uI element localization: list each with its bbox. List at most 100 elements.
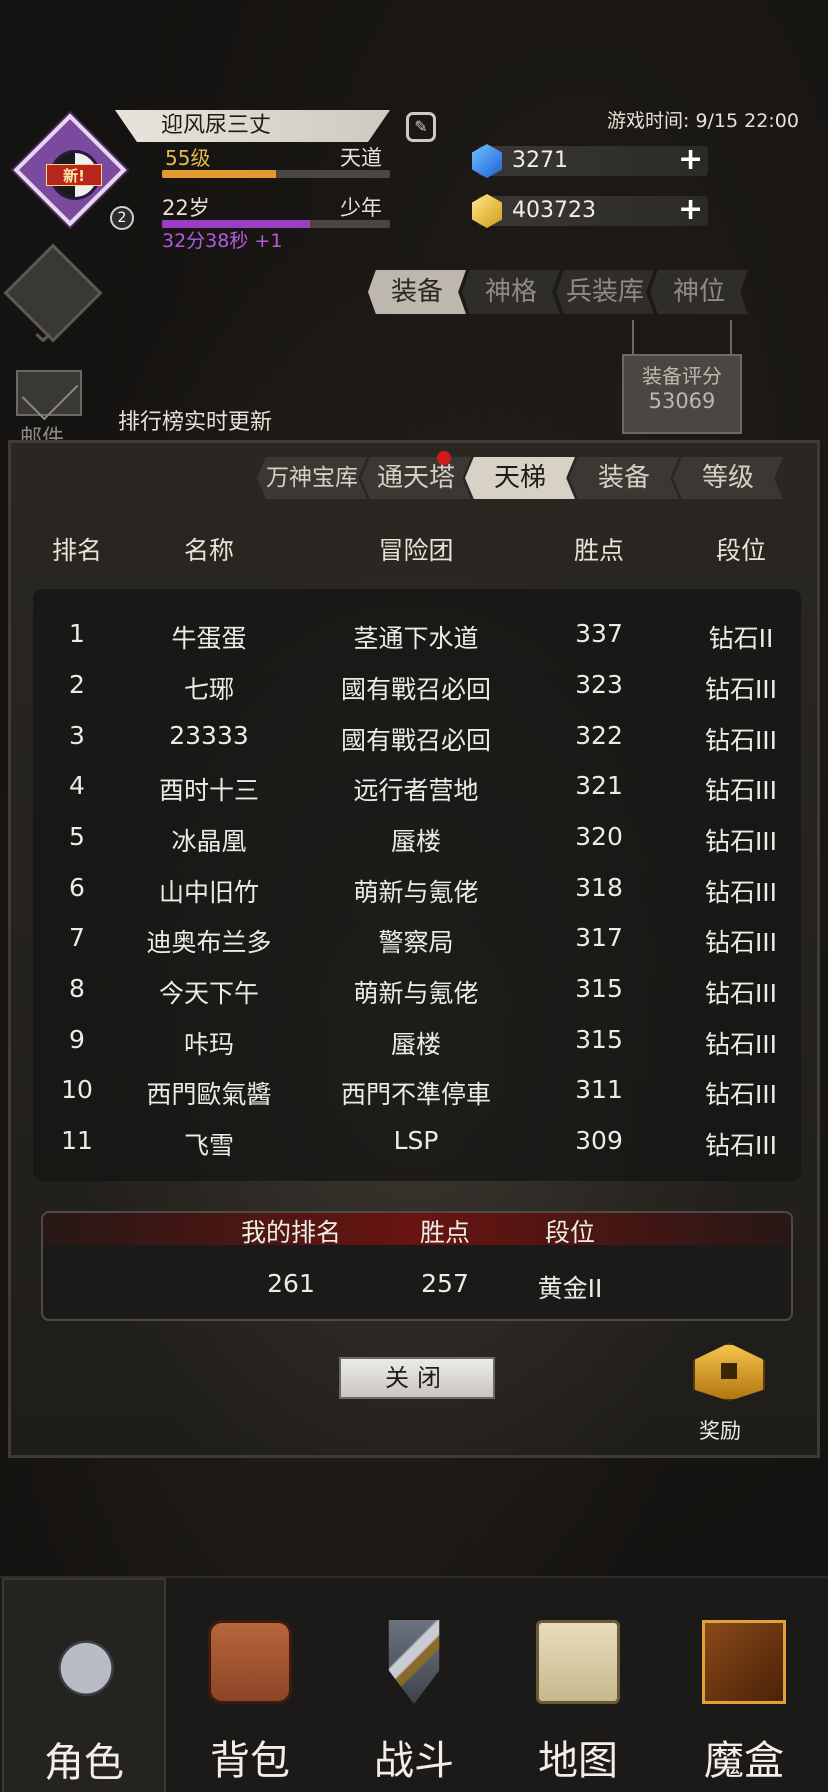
points-cell: 337 xyxy=(575,619,623,648)
rank-cell: 6 xyxy=(69,873,85,902)
player-age: 22岁 xyxy=(162,196,210,220)
tier-cell: 钻石III xyxy=(704,1030,778,1059)
tier-cell: 钻石III xyxy=(704,675,778,704)
rank-cell: 8 xyxy=(69,974,85,1003)
tier-cell: 钻石II xyxy=(708,624,774,653)
nav-battle[interactable]: 战斗 xyxy=(332,1578,496,1792)
rank-cell: 11 xyxy=(61,1126,93,1155)
tab-divinity[interactable]: 神格 xyxy=(462,270,560,314)
tier-cell: 钻石III xyxy=(704,979,778,1008)
notification-dot xyxy=(437,451,451,465)
tier-cell: 钻石III xyxy=(704,776,778,805)
my-tier-value: 黄金II xyxy=(537,1274,603,1303)
nav-label: 地图 xyxy=(538,1738,618,1784)
tab-armory[interactable]: 兵装库 xyxy=(556,270,654,314)
mail-icon[interactable] xyxy=(16,370,82,416)
life-stage: 少年 xyxy=(340,196,382,220)
table-header: 排名 名称 冒险团 胜点 段位 xyxy=(11,531,817,565)
tab-equipment[interactable]: 装备 xyxy=(368,270,466,314)
reward-label: 奖励 xyxy=(699,1419,741,1443)
guild-cell: 茎通下水道 xyxy=(353,624,479,653)
add-gem-button[interactable]: + xyxy=(678,145,703,175)
plaque-chain xyxy=(730,320,732,356)
table-row[interactable]: 1 牛蛋蛋 茎通下水道 337 钻石II xyxy=(11,611,817,655)
close-button[interactable]: 关闭 xyxy=(339,1357,495,1399)
tab-pantheon-vault[interactable]: 万神宝库 xyxy=(257,457,367,499)
name-cell: 今天下午 xyxy=(158,979,260,1008)
my-rank-value: 261 xyxy=(267,1269,315,1298)
my-points-label: 胜点 xyxy=(419,1218,471,1247)
rank-cell: 9 xyxy=(69,1025,85,1054)
name-cell: 咔玛 xyxy=(183,1030,235,1059)
nav-label: 魔盒 xyxy=(704,1738,784,1784)
nav-label: 背包 xyxy=(210,1738,290,1784)
leaderboard-modal: 万神宝库 通天塔 天梯 装备 等级 排名 名称 冒险团 胜点 段位 1 牛蛋蛋 … xyxy=(8,440,820,1458)
table-row[interactable]: 11 飞雪 LSP 309 钻石III xyxy=(11,1118,817,1162)
rank-cell: 1 xyxy=(69,619,85,648)
player-realm: 天道 xyxy=(340,146,382,170)
edit-name-icon[interactable]: ✎ xyxy=(406,112,436,142)
column-guild: 冒险团 xyxy=(378,536,454,565)
points-cell: 317 xyxy=(575,923,623,952)
guild-cell: 萌新与氪佬 xyxy=(353,979,479,1008)
tab-sky-tower[interactable]: 通天塔 xyxy=(361,457,471,499)
leaderboard-table: 1 牛蛋蛋 茎通下水道 337 钻石II 2 七琊 國有戰召必回 323 钻石I… xyxy=(33,589,801,1181)
gem-count: 3271 xyxy=(512,148,568,173)
equipment-score-label: 装备评分 xyxy=(642,364,722,388)
tab-ladder[interactable]: 天梯 xyxy=(465,457,575,499)
table-row[interactable]: 5 冰晶凰 蜃楼 320 钻石III xyxy=(11,814,817,858)
name-cell: 冰晶凰 xyxy=(171,827,247,856)
avatar[interactable]: 新! 2 xyxy=(13,113,134,230)
points-cell: 315 xyxy=(575,1025,623,1054)
name-cell: 七琊 xyxy=(183,675,235,704)
table-row[interactable]: 4 酉时十三 远行者营地 321 钻石III xyxy=(11,763,817,807)
points-cell: 323 xyxy=(575,670,623,699)
rank-cell: 3 xyxy=(69,721,85,750)
column-points: 胜点 xyxy=(573,536,625,565)
guild-cell: LSP xyxy=(393,1126,439,1155)
magic-cube-icon xyxy=(702,1620,786,1704)
points-cell: 320 xyxy=(575,822,623,851)
nav-map[interactable]: 地图 xyxy=(496,1578,660,1792)
helmet-icon xyxy=(44,1622,128,1706)
table-row[interactable]: 10 西門歐氣醬 西門不準停車 311 钻石III xyxy=(11,1067,817,1111)
table-row[interactable]: 2 七琊 國有戰召必回 323 钻石III xyxy=(11,662,817,706)
chest-lock xyxy=(721,1363,737,1379)
rank-cell: 7 xyxy=(69,923,85,952)
guild-cell: 萌新与氪佬 xyxy=(353,878,479,907)
table-row[interactable]: 6 山中旧竹 萌新与氪佬 318 钻石III xyxy=(11,865,817,909)
leaderboard-tabs: 万神宝库 通天塔 天梯 装备 等级 xyxy=(257,457,783,499)
table-row[interactable]: 7 迪奥布兰多 警察局 317 钻石III xyxy=(11,915,817,959)
nav-character[interactable]: 角色 xyxy=(2,1578,166,1792)
points-cell: 318 xyxy=(575,873,623,902)
tab-equipment-rank[interactable]: 装备 xyxy=(569,457,679,499)
name-cell: 牛蛋蛋 xyxy=(171,624,247,653)
nav-label: 战斗 xyxy=(374,1738,454,1784)
my-points-value: 257 xyxy=(421,1269,469,1298)
name-cell: 西門歐氣醬 xyxy=(146,1080,272,1109)
column-name: 名称 xyxy=(183,536,235,565)
nav-backpack[interactable]: 背包 xyxy=(168,1578,332,1792)
nav-magic-box[interactable]: 魔盒 xyxy=(662,1578,826,1792)
game-time: 游戏时间: 9/15 22:00 xyxy=(607,110,799,132)
gold-currency: 403723 + xyxy=(478,195,708,226)
tier-cell: 钻石III xyxy=(704,1131,778,1160)
sword-shield-icon xyxy=(388,1620,440,1704)
map-scroll-icon xyxy=(536,1620,620,1704)
add-gold-button[interactable]: + xyxy=(678,195,703,225)
table-row[interactable]: 9 咔玛 蜃楼 315 钻石III xyxy=(11,1017,817,1061)
rank-cell: 10 xyxy=(61,1075,93,1104)
guild-cell: 國有戰召必回 xyxy=(340,726,492,755)
guild-cell: 西門不準停車 xyxy=(340,1080,492,1109)
guild-cell: 蜃楼 xyxy=(390,1030,442,1059)
reward-chest-icon[interactable] xyxy=(687,1339,771,1419)
guild-cell: 蜃楼 xyxy=(390,827,442,856)
avatar-count-badge: 2 xyxy=(110,206,134,230)
points-cell: 309 xyxy=(575,1126,623,1155)
tab-level-rank[interactable]: 等级 xyxy=(673,457,783,499)
tab-god-rank[interactable]: 神位 xyxy=(650,270,748,314)
table-row[interactable]: 8 今天下午 萌新与氪佬 315 钻石III xyxy=(11,966,817,1010)
table-row[interactable]: 3 23333 國有戰召必回 322 钻石III xyxy=(11,713,817,757)
nav-label: 角色 xyxy=(44,1740,124,1786)
leaderboard-live-note: 排行榜实时更新 xyxy=(118,410,273,435)
